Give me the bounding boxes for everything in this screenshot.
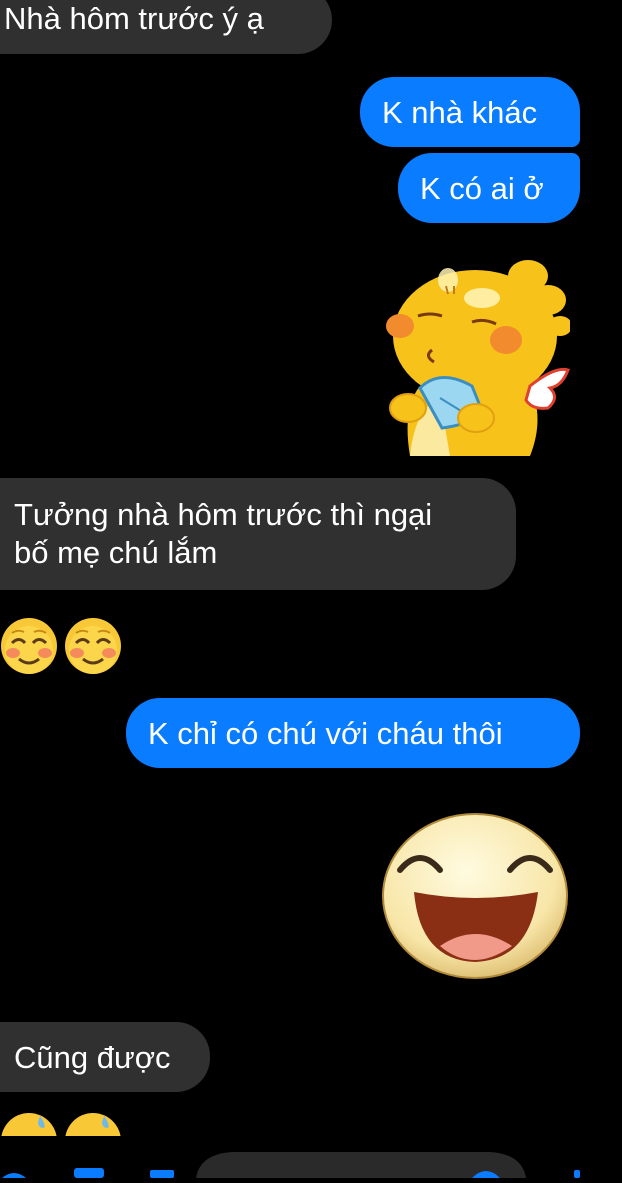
outgoing-message[interactable]: K chỉ có chú với cháu thôi <box>126 698 580 768</box>
add-icon <box>2 1173 26 1178</box>
smiling-face-emoji <box>1 618 57 674</box>
composer-icons <box>2 1152 580 1178</box>
message-text: K chỉ có chú với cháu thôi <box>148 716 503 751</box>
like-icon <box>574 1170 580 1178</box>
grinning-sweat-emoji <box>1 1113 57 1136</box>
message-text: K nhà khác <box>382 95 538 130</box>
gallery-icon <box>150 1170 174 1178</box>
outgoing-message[interactable]: K nhà khác <box>360 77 580 147</box>
incoming-message[interactable]: Tưởng nhà hôm trước thì ngại bố mẹ chú l… <box>0 478 516 590</box>
message-text: K có ai ở <box>420 171 544 206</box>
message-text-line-1: Tưởng nhà hôm trước thì ngại <box>14 497 433 532</box>
smiling-face-emoji <box>65 618 121 674</box>
message-text-line-2: bố mẹ chú lắm <box>14 535 218 570</box>
laughing-face-sticker-image <box>382 813 568 979</box>
emoji-message[interactable] <box>0 1112 122 1136</box>
fan-sticker[interactable] <box>380 258 572 456</box>
incoming-message[interactable]: Nhà hôm trước ý ạ <box>0 0 332 54</box>
composer-bar <box>0 1150 622 1178</box>
incoming-message[interactable]: Cũng được <box>0 1022 210 1092</box>
outgoing-message[interactable]: K có ai ở <box>398 153 580 223</box>
message-text: Nhà hôm trước ý ạ <box>4 1 264 36</box>
message-list[interactable]: Nhà hôm trước ý ạ K nhà khác K có ai ở T… <box>0 0 622 1178</box>
message-input <box>196 1152 526 1178</box>
laugh-sticker[interactable] <box>380 812 570 980</box>
emoji-message[interactable] <box>0 617 122 675</box>
message-text: Cũng được <box>14 1040 171 1075</box>
camera-icon <box>74 1168 104 1178</box>
grinning-sweat-emoji <box>65 1113 121 1136</box>
dragon-sticker-image <box>386 260 572 456</box>
